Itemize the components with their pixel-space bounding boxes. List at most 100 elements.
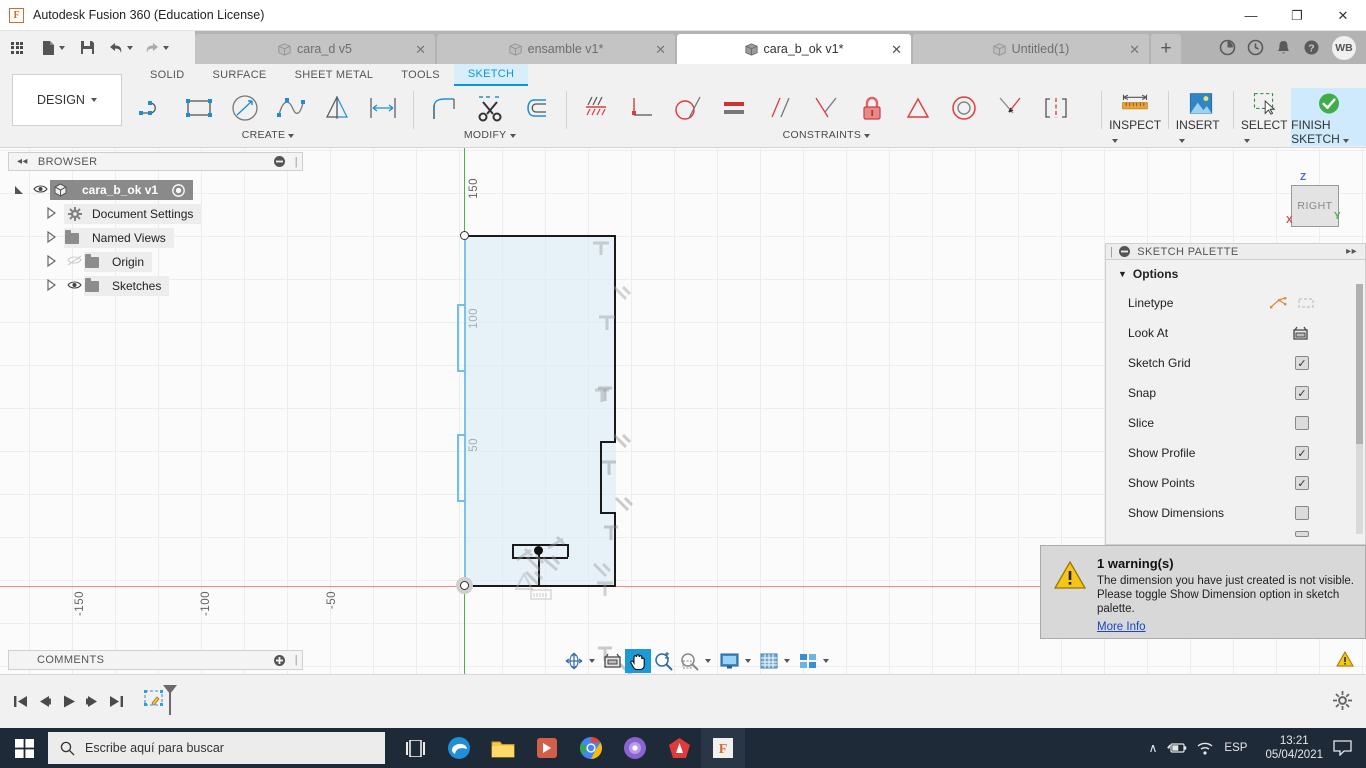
equal-constraint[interactable]: [711, 88, 757, 128]
timeline-next-button[interactable]: [80, 687, 104, 715]
ribbon-tab-sheet-metal[interactable]: SHEET METAL: [281, 64, 388, 86]
document-tab-ensamble[interactable]: ensamble v1* ✕: [437, 34, 675, 64]
ribbon-tab-surface[interactable]: SURFACE: [199, 64, 281, 86]
browser-item-document-settings[interactable]: Document Settings: [8, 202, 303, 226]
symmetry-constraint[interactable]: [1033, 88, 1079, 128]
document-tab-cara_b_ok[interactable]: cara_b_ok v1* ✕: [677, 34, 911, 64]
new-tab-button[interactable]: +: [1151, 34, 1181, 64]
constraint-glyph-equal-bottom[interactable]: [529, 588, 553, 602]
visibility-eye-off-icon[interactable]: [64, 255, 84, 269]
constraint-glyph-perpendicular-2[interactable]: [610, 431, 632, 453]
browser-resize-handle[interactable]: |: [295, 156, 298, 168]
linetype-construction-icon[interactable]: [1297, 296, 1315, 310]
dimension-bracket-50[interactable]: [457, 434, 466, 502]
visibility-eye-icon[interactable]: [64, 279, 84, 293]
document-tab-cara_d[interactable]: cara_d v5 ✕: [195, 34, 435, 64]
view-cube-face[interactable]: RIGHT: [1291, 185, 1339, 227]
app-red-icon[interactable]: [657, 728, 701, 768]
ribbon-tab-sketch[interactable]: SKETCH: [453, 64, 529, 86]
firefox-icon[interactable]: [613, 728, 657, 768]
palette-minus-icon[interactable]: [1119, 246, 1131, 257]
timeline-first-button[interactable]: [8, 687, 32, 715]
job-status-icon[interactable]: [1242, 35, 1268, 61]
fix-unfix-constraint[interactable]: [849, 88, 895, 128]
rectangle-tool[interactable]: [176, 88, 222, 128]
edge-icon[interactable]: [437, 728, 481, 768]
store-icon[interactable]: [525, 728, 569, 768]
constraint-glyph-top-right[interactable]: [592, 380, 614, 402]
timeline-prev-button[interactable]: [32, 687, 56, 715]
midpoint-constraint[interactable]: [895, 88, 941, 128]
display-settings-caret-icon[interactable]: [745, 659, 751, 663]
palette-resize-handle[interactable]: |: [1110, 246, 1113, 258]
ribbon-tab-solid[interactable]: SOLID: [136, 64, 199, 86]
avatar[interactable]: WB: [1332, 35, 1356, 60]
data-panel-icon[interactable]: [1214, 35, 1240, 61]
zoom-window-caret-icon[interactable]: [705, 659, 711, 663]
document-tab-close-icon[interactable]: ✕: [415, 43, 426, 56]
maximize-button[interactable]: ❐: [1274, 0, 1320, 31]
wifi-icon[interactable]: [1197, 742, 1214, 755]
palette-scrollbar[interactable]: [1356, 284, 1363, 534]
browser-item-origin[interactable]: Origin: [8, 250, 303, 274]
redo-icon[interactable]: [138, 31, 174, 64]
expand-triangle-icon[interactable]: [46, 254, 58, 270]
new-file-icon[interactable]: [34, 31, 72, 64]
constraint-glyph-perpendicular-5[interactable]: [612, 493, 634, 515]
line-tool[interactable]: [130, 88, 176, 128]
expand-triangle-icon[interactable]: [46, 206, 58, 222]
browser-item-sketches[interactable]: Sketches: [8, 274, 303, 298]
visibility-eye-icon[interactable]: [30, 183, 50, 197]
timeline-play-button[interactable]: [56, 687, 80, 715]
app-grid-icon[interactable]: [0, 31, 34, 64]
offset-tool[interactable]: [513, 88, 559, 128]
ribbon-tab-tools[interactable]: TOOLS: [387, 64, 454, 86]
orbit-tool[interactable]: [561, 649, 587, 673]
horizontal-vertical-constraint[interactable]: [573, 88, 619, 128]
pan-tool[interactable]: [625, 649, 651, 673]
chrome-icon[interactable]: [569, 728, 613, 768]
expand-triangle-icon[interactable]: [8, 184, 30, 196]
ribbon-group-label-constraints[interactable]: CONSTRAINTS: [573, 129, 1079, 141]
ribbon-group-label-create[interactable]: CREATE: [130, 129, 406, 141]
browser-item-named-views[interactable]: Named Views: [8, 226, 303, 250]
collinear-constraint[interactable]: [987, 88, 1033, 128]
view-cube[interactable]: RIGHT Z X Y: [1284, 172, 1344, 227]
insert-menu[interactable]: INSERT: [1176, 88, 1226, 146]
language-indicator[interactable]: ESP: [1224, 742, 1247, 754]
sketch-point-origin[interactable]: [460, 581, 469, 590]
status-warning-icon[interactable]: [1336, 650, 1354, 671]
browser-collapse-icon[interactable]: ◂◂: [17, 156, 28, 167]
look-at-icon[interactable]: [1292, 325, 1309, 341]
action-center-icon[interactable]: [1333, 740, 1352, 756]
constraint-glyph-perpendicular-3[interactable]: [598, 456, 620, 478]
radio-indicator-icon[interactable]: [172, 183, 185, 197]
perpendicular-constraint[interactable]: [803, 88, 849, 128]
document-tab-untitled[interactable]: Untitled(1) ✕: [913, 34, 1149, 64]
sketch-line-left[interactable]: [464, 235, 466, 586]
battery-icon[interactable]: [1167, 742, 1187, 755]
dimension-bracket-100[interactable]: [457, 304, 466, 372]
minimize-button[interactable]: —: [1228, 0, 1274, 31]
parallel-constraint[interactable]: [757, 88, 803, 128]
constraint-glyph-perpendicular-8[interactable]: [610, 282, 632, 304]
mirror-tool[interactable]: [314, 88, 360, 128]
save-icon[interactable]: [72, 31, 102, 64]
grid-settings[interactable]: [756, 649, 782, 673]
notifications-icon[interactable]: [1270, 35, 1296, 61]
orbit-caret-icon[interactable]: [589, 659, 595, 663]
circle-tool[interactable]: [222, 88, 268, 128]
document-tab-close-icon[interactable]: ✕: [891, 43, 902, 56]
tangent-constraint[interactable]: [665, 88, 711, 128]
palette-collapse-icon[interactable]: ▸▸: [1346, 246, 1357, 257]
zoom-window-tool[interactable]: [677, 649, 703, 673]
concentric-constraint[interactable]: [941, 88, 987, 128]
show-profile-checkbox[interactable]: ✓: [1295, 446, 1309, 460]
fillet-tool[interactable]: [421, 88, 467, 128]
sketch-dimension-tool[interactable]: [360, 88, 406, 128]
taskbar-search-box[interactable]: Escribe aquí para buscar: [48, 732, 385, 764]
zoom-tool[interactable]: [651, 649, 677, 673]
sketch-slot-right[interactable]: [567, 544, 569, 557]
palette-options-section[interactable]: ▼ Options: [1106, 260, 1365, 288]
expand-triangle-icon[interactable]: [46, 278, 58, 294]
